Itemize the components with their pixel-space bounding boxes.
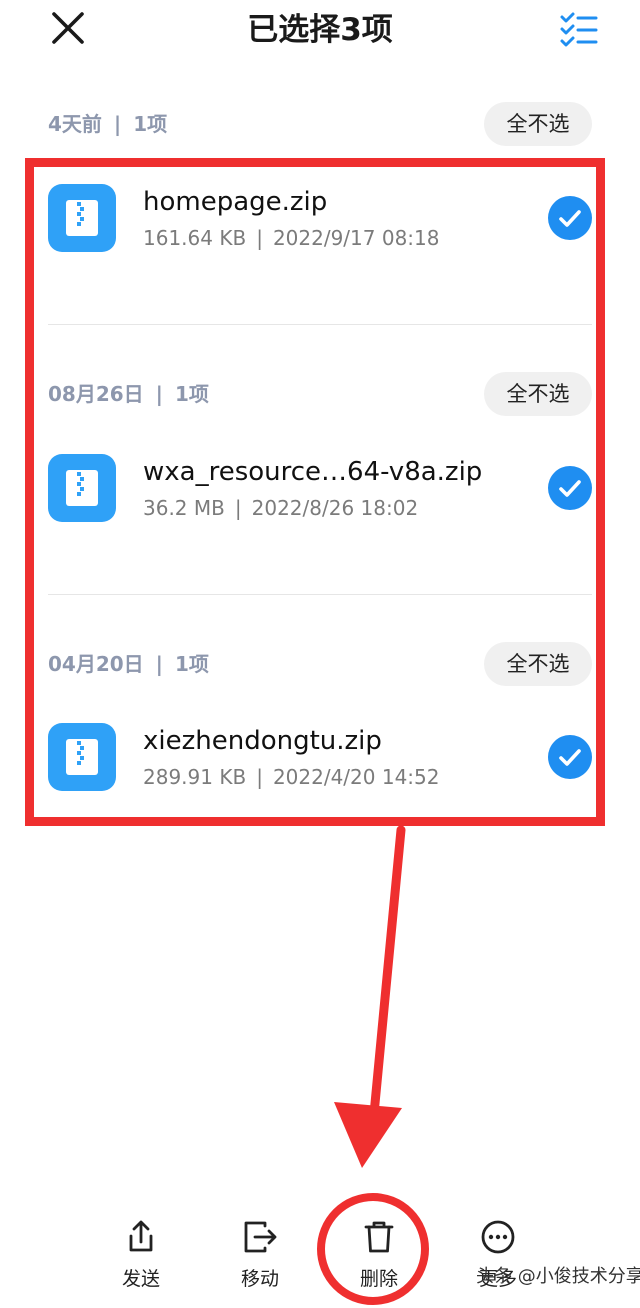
move-label: 移动 [240,1268,279,1290]
group-header: 4天前 | 1项 [48,109,167,139]
group-count: 1项 [133,112,168,136]
more-icon [481,1220,515,1254]
send-label: 发送 [121,1268,160,1290]
trash-icon [364,1221,394,1253]
group-date: 4天前 [48,112,102,136]
share-icon [129,1220,153,1252]
deselect-all-button[interactable]: 全不选 [484,102,592,146]
move-icon [244,1221,277,1253]
separator: | [113,112,122,136]
move-button[interactable]: 移动 [215,1218,305,1298]
delete-button[interactable]: 删除 [334,1218,424,1298]
page-title: 已选择3项 [247,12,393,48]
highlight-box [25,158,605,826]
checklist-icon [560,12,598,47]
watermark: 头条 @小俊技术分享 [476,1266,640,1287]
delete-label: 删除 [359,1268,398,1290]
send-button[interactable]: 发送 [96,1218,186,1298]
select-all-button[interactable] [556,8,602,52]
